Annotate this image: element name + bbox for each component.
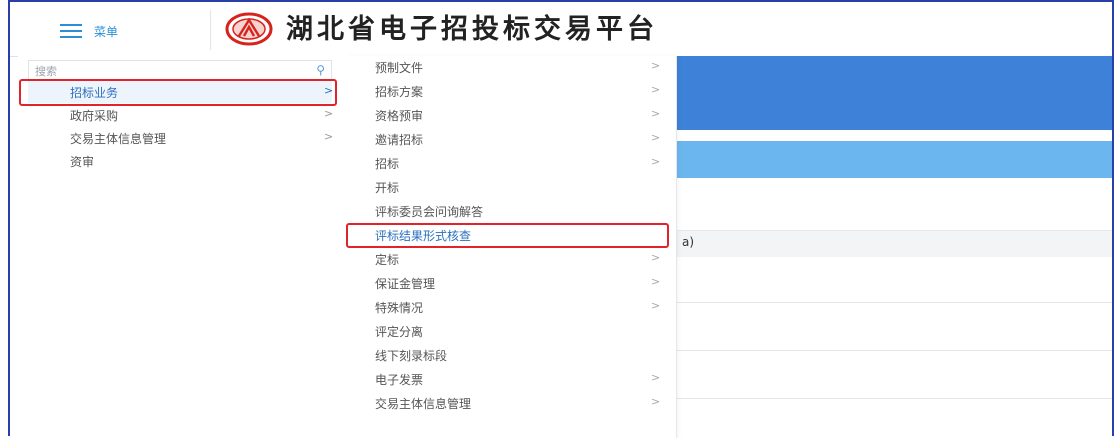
submenu-item-label: 招标方案 (375, 85, 424, 99)
search-placeholder: 搜索 (35, 65, 57, 78)
submenu-item[interactable]: 线下刻录标段 (346, 344, 676, 368)
submenu-item[interactable]: 评定分离 (346, 320, 676, 344)
submenu-item[interactable]: 交易主体信息管理 > (346, 392, 676, 416)
content-row (676, 398, 1112, 399)
submenu-item[interactable]: 招标 > (346, 152, 676, 176)
content-partial-text: a) (682, 235, 695, 249)
submenu-item-label: 评定分离 (375, 325, 424, 339)
menu-item-label: 资审 (70, 155, 95, 169)
chevron-right-icon: > (651, 395, 661, 408)
header-divider (210, 10, 211, 50)
chevron-right-icon: > (651, 299, 661, 312)
chevron-right-icon: > (324, 130, 334, 143)
menu-label: 菜单 (94, 24, 119, 39)
menu-item-zishen[interactable]: 资审 (28, 150, 332, 172)
menu-button[interactable]: 菜单 (60, 18, 200, 44)
highlight-box (346, 223, 669, 248)
menu-item-label: 政府采购 (70, 109, 119, 123)
top-header: 菜单 湖北省电子招投标交易平台 (10, 2, 1112, 57)
submenu-item[interactable]: 定标 > (346, 248, 676, 272)
submenu-panel: 预制文件 > 招标方案 > 资格预审 > 邀请招标 > 招标 > 开标 评标委员… (346, 56, 677, 438)
site-title: 湖北省电子招投标交易平台 (286, 14, 658, 45)
content-subbanner (676, 141, 1112, 178)
submenu-item[interactable]: 资格预审 > (346, 104, 676, 128)
submenu-item-label: 交易主体信息管理 (375, 397, 472, 411)
content-banner (676, 56, 1112, 130)
search-icon[interactable]: ⚲ (316, 63, 325, 77)
submenu-item-label: 定标 (375, 253, 400, 267)
content-row (676, 302, 1112, 303)
submenu-item[interactable]: 特殊情况 > (346, 296, 676, 320)
chevron-right-icon: > (651, 131, 661, 144)
chevron-right-icon: > (651, 251, 661, 264)
highlight-box (19, 79, 337, 106)
submenu-item-label: 电子发票 (375, 373, 424, 387)
chevron-right-icon: > (651, 83, 661, 96)
menu-item-jiaoyizhuti[interactable]: 交易主体信息管理 > (28, 127, 334, 149)
submenu-item-label: 保证金管理 (375, 277, 436, 291)
chevron-right-icon: > (651, 107, 661, 120)
chevron-right-icon: > (651, 155, 661, 168)
hamburger-icon (60, 24, 82, 38)
submenu-item[interactable]: 保证金管理 > (346, 272, 676, 296)
submenu-item[interactable]: 邀请招标 > (346, 128, 676, 152)
content-row (676, 350, 1112, 351)
logo-emblem-icon (225, 12, 273, 46)
submenu-item-label: 线下刻录标段 (375, 349, 448, 363)
chevron-right-icon: > (651, 275, 661, 288)
main-menu-panel: 搜索 ⚲ 招标业务 > 政府采购 > 交易主体信息管理 > 资审 (18, 56, 347, 438)
submenu-item-label: 预制文件 (375, 61, 424, 75)
content-table-header: a) (676, 230, 1112, 257)
submenu-item-label: 评标委员会问询解答 (375, 205, 484, 219)
menu-item-zhengfucaigou[interactable]: 政府采购 > (28, 104, 334, 126)
submenu-item[interactable]: 电子发票 > (346, 368, 676, 392)
submenu-item-label: 资格预审 (375, 109, 424, 123)
submenu-item[interactable]: 评标委员会问询解答 (346, 200, 676, 224)
submenu-item[interactable]: 招标方案 > (346, 80, 676, 104)
submenu-item-label: 开标 (375, 181, 400, 195)
chevron-right-icon: > (324, 107, 334, 120)
chevron-right-icon: > (651, 371, 661, 384)
submenu-item[interactable]: 开标 (346, 176, 676, 200)
submenu-item-label: 邀请招标 (375, 133, 424, 147)
chevron-right-icon: > (651, 59, 661, 72)
submenu-item-label: 特殊情况 (375, 301, 424, 315)
menu-item-label: 交易主体信息管理 (70, 132, 167, 146)
submenu-item[interactable]: 预制文件 > (346, 56, 676, 80)
menu-search-box[interactable]: 搜索 ⚲ (28, 60, 332, 80)
submenu-item-label: 招标 (375, 157, 400, 171)
